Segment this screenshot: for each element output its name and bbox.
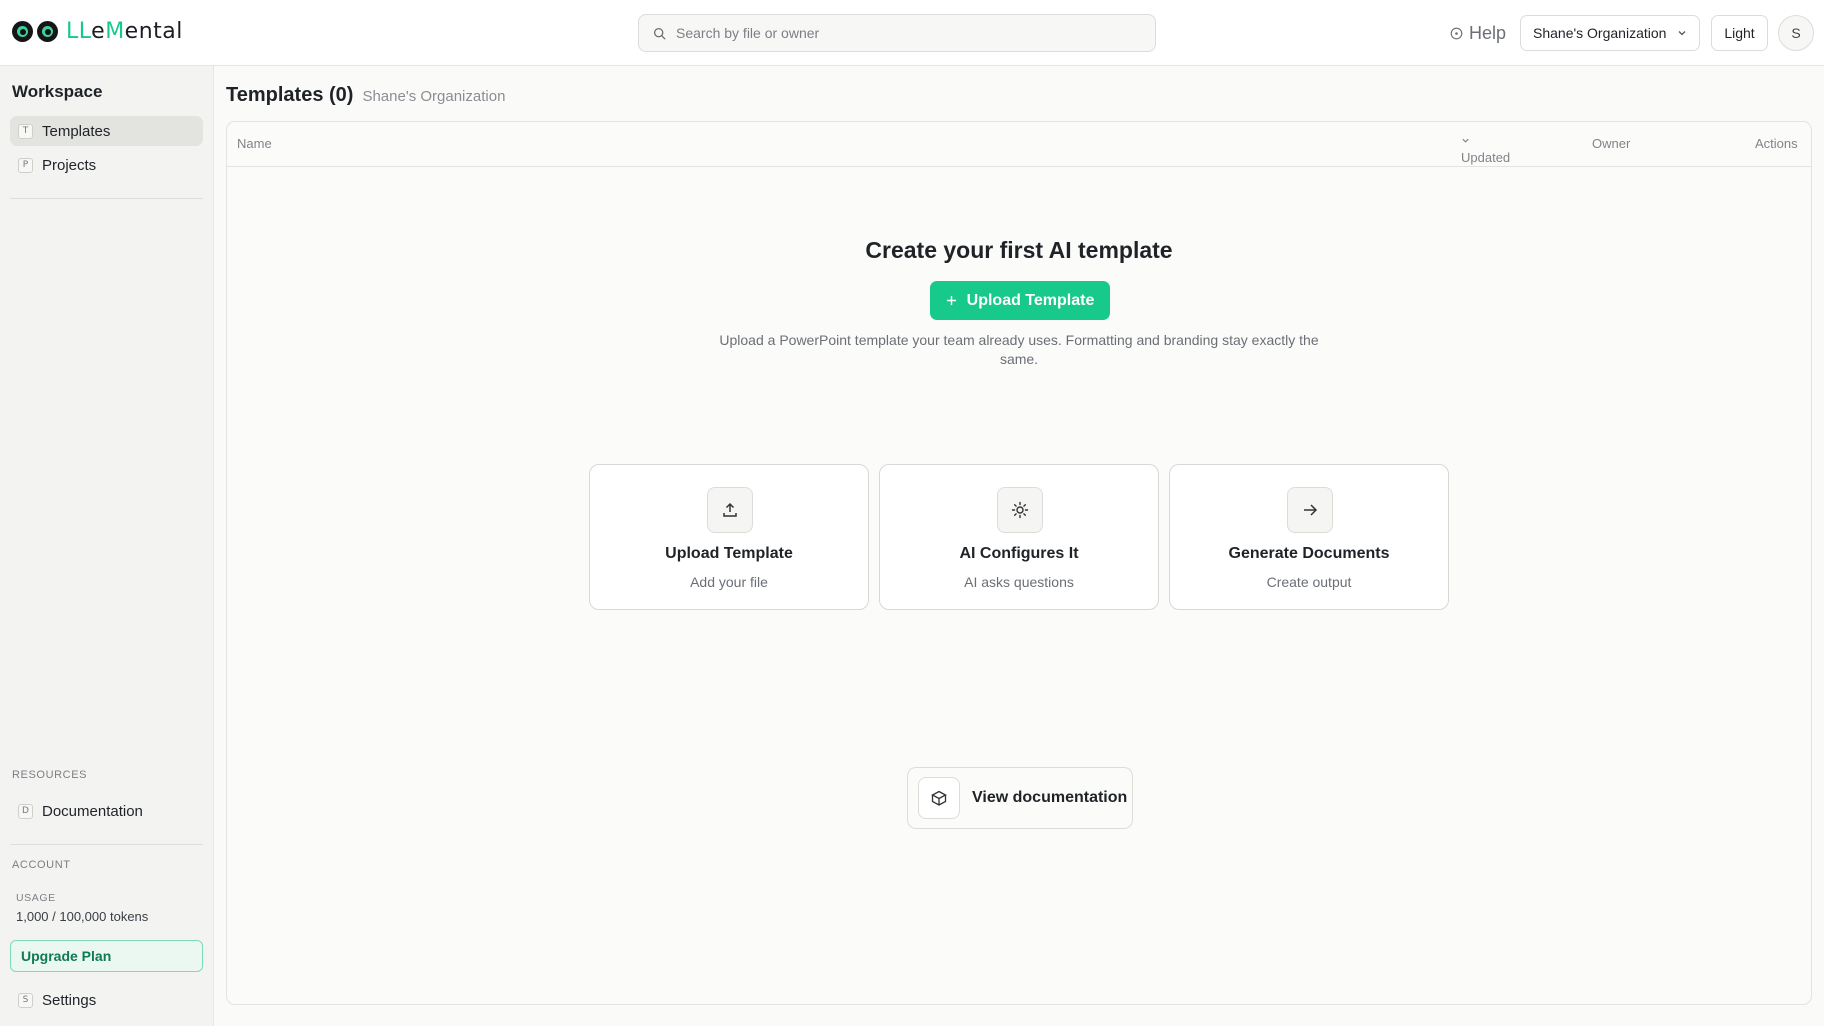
- logo-eye-icon: [12, 20, 33, 42]
- usage-label: USAGE: [16, 892, 56, 904]
- app-logo[interactable]: LLeMental: [12, 18, 183, 44]
- upload-icon: [707, 487, 753, 533]
- sidebar-item-label: Projects: [42, 156, 97, 174]
- column-name[interactable]: Name: [237, 136, 272, 151]
- sidebar-item-documentation[interactable]: D Documentation: [10, 796, 203, 826]
- chevron-down-icon: [1678, 31, 1686, 36]
- view-documentation-button[interactable]: View documentation: [907, 767, 1133, 829]
- organization-label: Shane's Organization: [1533, 25, 1667, 41]
- organization-select[interactable]: Shane's Organization: [1520, 15, 1700, 51]
- theme-toggle-button[interactable]: Light: [1711, 15, 1768, 51]
- sidebar-title: Workspace: [12, 82, 103, 101]
- top-bar: LLeMental Help Shane's Organization Ligh…: [0, 0, 1824, 66]
- search-input[interactable]: [676, 25, 1136, 41]
- search-box[interactable]: [638, 14, 1156, 52]
- templates-table: Name Updated Owner Actions Create your f…: [226, 121, 1812, 1005]
- column-updated[interactable]: Updated: [1461, 136, 1510, 165]
- sun-icon: [997, 487, 1043, 533]
- step-subtitle: AI asks questions: [964, 574, 1074, 590]
- column-owner[interactable]: Owner: [1592, 136, 1630, 151]
- box-icon: [918, 777, 960, 819]
- sidebar-item-templates[interactable]: T Templates: [10, 116, 203, 146]
- sidebar-item-label: Templates: [42, 122, 111, 140]
- sidebar-divider: [10, 844, 203, 845]
- step-title: Generate Documents: [1228, 545, 1390, 562]
- step-subtitle: Create output: [1266, 574, 1352, 590]
- column-actions: Actions: [1755, 136, 1798, 151]
- help-label: Help: [1469, 22, 1507, 43]
- templates-badge-icon: T: [18, 123, 33, 139]
- upload-template-label: Upload Template: [966, 291, 1095, 309]
- sidebar: Workspace T Templates P Projects RESOURC…: [0, 66, 214, 1026]
- step-card-upload[interactable]: Upload Template Add your file: [589, 464, 869, 610]
- sort-chevron-down-icon: [1462, 138, 1469, 143]
- search-icon: [653, 27, 666, 39]
- settings-badge-icon: S: [18, 992, 33, 1008]
- arrow-right-icon: [1287, 487, 1333, 533]
- logo-eye-icon: [37, 20, 58, 42]
- user-avatar[interactable]: S: [1778, 15, 1814, 51]
- projects-badge-icon: P: [18, 157, 33, 173]
- sidebar-divider: [10, 198, 203, 199]
- sidebar-item-label: Settings: [42, 991, 97, 1009]
- column-updated-label: Updated: [1461, 150, 1511, 165]
- sidebar-item-projects[interactable]: P Projects: [10, 150, 203, 180]
- step-title: AI Configures It: [959, 545, 1079, 562]
- table-header: Name Updated Owner Actions: [227, 122, 1811, 167]
- step-subtitle: Add your file: [690, 574, 768, 590]
- step-title: Upload Template: [665, 545, 793, 562]
- help-circle-icon: [1450, 27, 1463, 39]
- account-heading: ACCOUNT: [12, 859, 71, 871]
- step-card-ai-configures[interactable]: AI Configures It AI asks questions: [879, 464, 1159, 610]
- resources-heading: RESOURCES: [12, 769, 88, 781]
- sidebar-item-label: Documentation: [42, 802, 143, 820]
- empty-state-title: Create your first AI template: [865, 237, 1173, 263]
- upgrade-plan-button[interactable]: Upgrade Plan: [10, 940, 203, 972]
- empty-state-description: Upload a PowerPoint template your team a…: [719, 332, 1319, 367]
- upload-template-button[interactable]: Upload Template: [930, 281, 1110, 320]
- step-card-generate[interactable]: Generate Documents Create output: [1169, 464, 1449, 610]
- documentation-badge-icon: D: [18, 803, 33, 819]
- page-header: Templates (0) Shane's Organization: [226, 84, 505, 107]
- help-link[interactable]: Help: [1450, 20, 1506, 46]
- usage-value: 1,000 / 100,000 tokens: [16, 909, 149, 924]
- plus-icon: [946, 295, 956, 306]
- view-documentation-label: View documentation: [972, 789, 1128, 806]
- app-name: LLeMental: [66, 18, 183, 44]
- page-title: Templates (0): [226, 84, 354, 106]
- sidebar-item-settings[interactable]: S Settings: [10, 985, 203, 1015]
- page-subtitle: Shane's Organization: [362, 88, 506, 105]
